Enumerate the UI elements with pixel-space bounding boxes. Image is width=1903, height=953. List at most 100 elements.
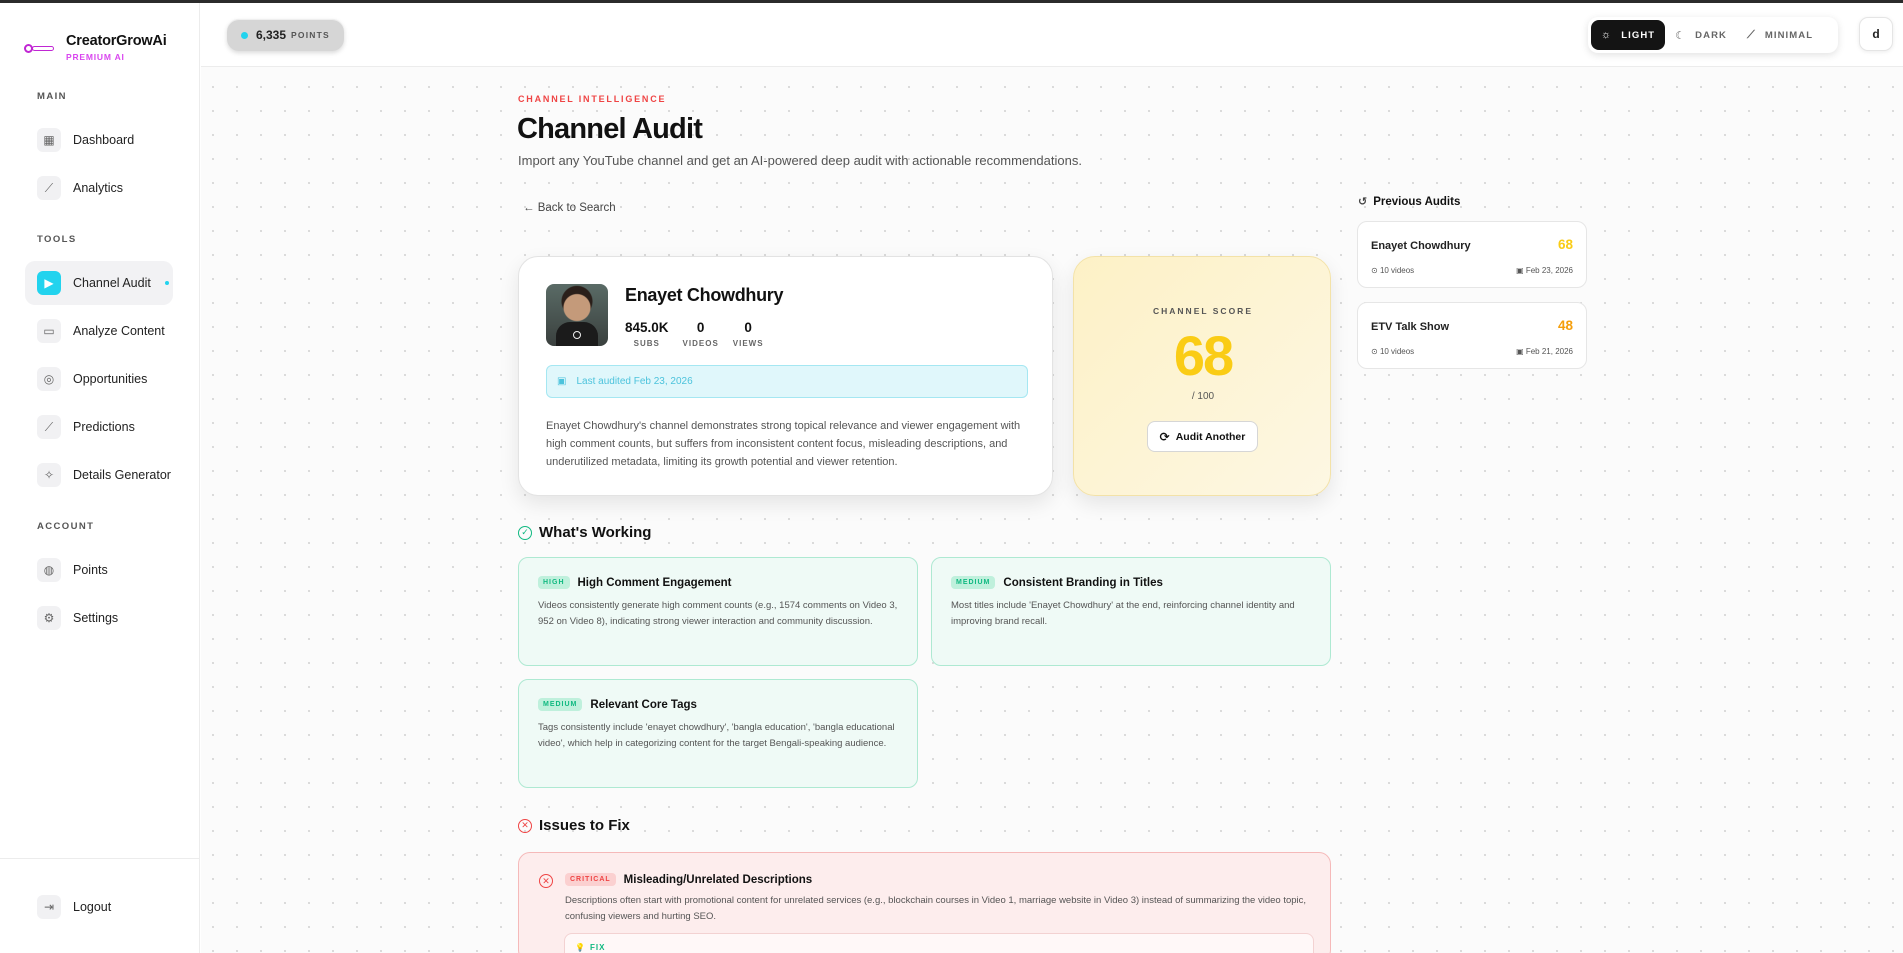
grid-icon: ▦ xyxy=(37,128,61,152)
sidebar-item-channel-audit[interactable]: ▶ Channel Audit xyxy=(25,261,173,305)
previous-audit-videos: ⊙ 10 videos xyxy=(1371,347,1415,356)
stat-value: 0 xyxy=(696,320,705,335)
channel-avatar xyxy=(546,284,608,346)
lightbulb-icon: 💡 xyxy=(575,943,586,952)
refresh-icon: ⟳ xyxy=(1159,429,1170,444)
sparkle-icon: ✧ xyxy=(37,463,61,487)
active-indicator-dot xyxy=(164,281,169,285)
stat-value: 845.0K xyxy=(625,320,669,335)
priority-badge: MEDIUM xyxy=(951,576,996,589)
calendar-icon: ▣ xyxy=(557,376,567,387)
stat-value: 0 xyxy=(744,320,752,335)
nav-section-main: MAIN xyxy=(37,91,67,102)
channel-score-card: CHANNEL SCORE 68 / 100 ⟳ Audit Another xyxy=(1073,256,1331,496)
x-circle-icon: ✕ xyxy=(518,818,532,833)
channel-name: Enayet Chowdhury xyxy=(625,285,784,305)
points-label: POINTS xyxy=(291,30,330,40)
stat-label: VIDEOS xyxy=(682,339,719,348)
fix-box: 💡 FIX xyxy=(564,933,1314,953)
working-card-desc: Tags consistently include 'enayet chowdh… xyxy=(538,722,895,749)
trend-icon: ⟋ xyxy=(37,415,61,439)
page-title: Channel Audit xyxy=(517,113,703,145)
brand-name: CreatorGrowAi xyxy=(66,33,167,49)
main-content: 6,335 POINTS ☼ LIGHT ☾ DARK ⟋ MINIMAL d … xyxy=(201,3,1903,953)
sun-icon: ☼ xyxy=(1601,29,1613,41)
theme-switcher: ☼ LIGHT ☾ DARK ⟋ MINIMAL xyxy=(1588,17,1838,53)
user-avatar[interactable]: d xyxy=(1859,17,1893,51)
priority-badge: HIGH xyxy=(538,576,570,589)
fix-label: 💡 FIX xyxy=(575,943,606,952)
stat-videos: 0 VIDEOS xyxy=(683,320,719,348)
previous-audit-date: ▣ Feb 21, 2026 xyxy=(1516,347,1573,356)
score-max: / 100 xyxy=(1191,391,1215,402)
working-card: MEDIUM Consistent Branding in Titles Mos… xyxy=(931,557,1331,666)
audit-another-button[interactable]: ⟳ Audit Another xyxy=(1147,421,1258,452)
sidebar-item-label: Details Generator xyxy=(73,468,171,482)
working-card: HIGH High Comment Engagement Videos cons… xyxy=(518,557,918,666)
gear-icon: ⚙ xyxy=(37,606,61,630)
sidebar-item-details-generator[interactable]: ✧ Details Generator xyxy=(25,453,173,497)
stat-label: VIEWS xyxy=(732,339,764,348)
priority-badge: MEDIUM xyxy=(538,698,583,711)
last-audited-text: Last audited Feb 23, 2026 xyxy=(576,376,693,387)
score-value: 68 xyxy=(1173,324,1234,387)
calendar-icon: ▣ xyxy=(1516,347,1526,356)
previous-audit-score: 48 xyxy=(1557,318,1573,333)
score-label: CHANNEL SCORE xyxy=(1153,306,1253,316)
issue-desc: Descriptions often start with promotiona… xyxy=(565,895,1307,922)
logout-button[interactable]: ⇥ Logout xyxy=(25,885,173,929)
theme-dark-button[interactable]: ☾ DARK xyxy=(1665,20,1737,50)
brand-logo-icon xyxy=(24,42,56,56)
history-icon: ↺ xyxy=(1358,196,1368,208)
previous-audit-score: 68 xyxy=(1557,237,1573,252)
issues-heading: ✕ Issues to Fix xyxy=(518,817,630,834)
previous-audit-item[interactable]: Enayet Chowdhury 68 ⊙ 10 videos ▣ Feb 23… xyxy=(1357,221,1587,288)
sidebar-item-settings[interactable]: ⚙ Settings xyxy=(25,596,173,640)
coins-icon: ◍ xyxy=(37,558,61,582)
channel-card: Enayet Chowdhury 845.0K SUBS 0 VIDEOS 0 … xyxy=(518,256,1053,496)
sidebar-item-predictions[interactable]: ⟋ Predictions xyxy=(25,405,173,449)
sidebar-item-points[interactable]: ◍ Points xyxy=(25,548,173,592)
target-icon: ◎ xyxy=(37,367,61,391)
sidebar-item-dashboard[interactable]: ▦ Dashboard xyxy=(25,118,173,162)
brand-tagline: PREMIUM AI xyxy=(66,52,125,62)
logout-label: Logout xyxy=(73,900,112,914)
whats-working-title: What's Working xyxy=(539,524,652,541)
message-icon: ▭ xyxy=(37,319,61,343)
page-eyebrow: CHANNEL INTELLIGENCE xyxy=(518,94,667,104)
previous-audits-label: Previous Audits xyxy=(1373,195,1461,208)
theme-light-button[interactable]: ☼ LIGHT xyxy=(1591,20,1666,50)
sidebar-item-label: Dashboard xyxy=(73,133,135,147)
working-card-title: Relevant Core Tags xyxy=(590,698,697,711)
back-to-search-link[interactable]: ← Back to Search xyxy=(523,202,616,214)
theme-dark-label: DARK xyxy=(1695,29,1727,41)
sidebar-item-label: Channel Audit xyxy=(73,276,151,290)
sidebar-item-label: Opportunities xyxy=(73,372,148,386)
theme-minimal-label: MINIMAL xyxy=(1764,29,1814,41)
brand[interactable]: CreatorGrowAi PREMIUM AI xyxy=(24,33,167,62)
points-dot-icon xyxy=(241,31,248,39)
sidebar: CreatorGrowAi PREMIUM AI MAIN ▦ Dashboar… xyxy=(0,3,200,953)
sidebar-item-analytics[interactable]: ⟋ Analytics xyxy=(25,166,173,210)
issue-title: Misleading/Unrelated Descriptions xyxy=(623,873,813,886)
theme-light-label: LIGHT xyxy=(1621,29,1656,41)
working-card-title: Consistent Branding in Titles xyxy=(1003,576,1163,589)
sidebar-item-label: Analyze Content xyxy=(73,324,165,338)
sidebar-item-analyze-content[interactable]: ▭ Analyze Content xyxy=(25,309,173,353)
previous-audits-title: ↺ Previous Audits xyxy=(1358,195,1461,209)
video-count-icon: ⊙ xyxy=(1371,347,1380,356)
moon-icon: ☾ xyxy=(1675,29,1687,42)
sidebar-divider xyxy=(0,858,200,859)
stat-subs: 845.0K SUBS xyxy=(625,320,669,348)
wand-icon: ⟋ xyxy=(1747,28,1756,41)
theme-minimal-button[interactable]: ⟋ MINIMAL xyxy=(1737,20,1823,50)
working-card: MEDIUM Relevant Core Tags Tags consisten… xyxy=(518,679,918,788)
points-balance[interactable]: 6,335 POINTS xyxy=(227,19,344,51)
previous-audit-date: ▣ Feb 23, 2026 xyxy=(1516,266,1573,275)
sidebar-item-label: Predictions xyxy=(73,420,135,434)
previous-audit-videos: ⊙ 10 videos xyxy=(1371,266,1415,275)
previous-audit-name: ETV Talk Show xyxy=(1371,321,1450,333)
points-value: 6,335 xyxy=(256,28,287,42)
previous-audit-item[interactable]: ETV Talk Show 48 ⊙ 10 videos ▣ Feb 21, 2… xyxy=(1357,302,1587,369)
sidebar-item-opportunities[interactable]: ◎ Opportunities xyxy=(25,357,173,401)
